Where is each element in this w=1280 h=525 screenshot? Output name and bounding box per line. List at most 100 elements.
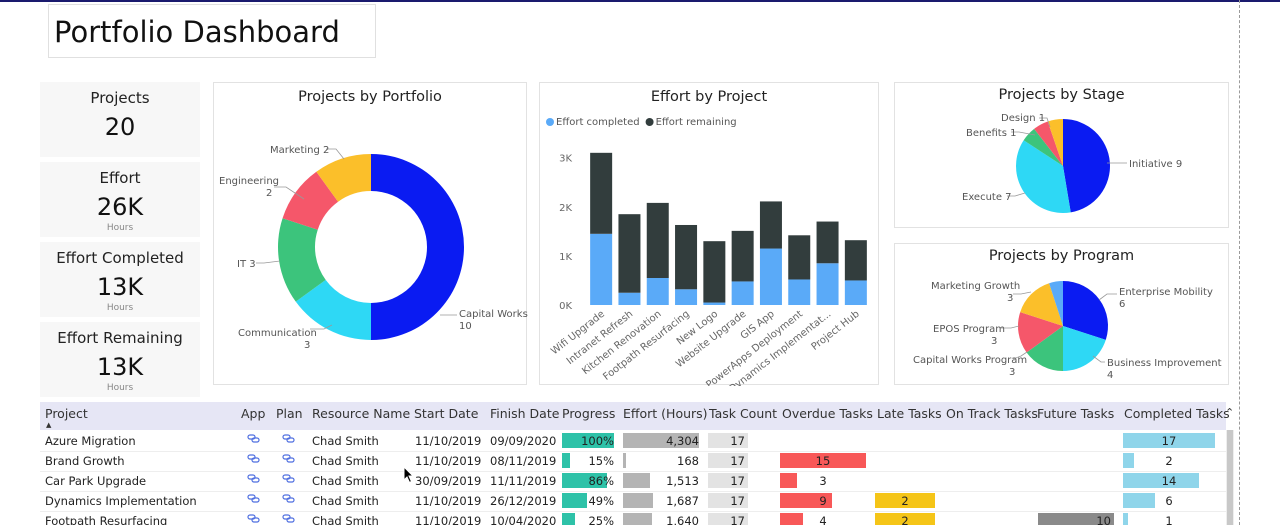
bar-segment[interactable] [646, 278, 669, 305]
bar-segment[interactable] [590, 152, 613, 234]
plan-link-icon[interactable] [282, 453, 296, 465]
table-row[interactable]: Dynamics Implementation Chad Smith 11/10/2… [40, 491, 1226, 512]
overdue-value: 15 [815, 454, 831, 468]
app-link-icon[interactable] [247, 493, 261, 505]
plan-link-icon[interactable] [282, 493, 296, 505]
plan-link-icon[interactable] [282, 433, 296, 445]
overdue-value: 9 [819, 494, 827, 508]
bar-segment[interactable] [618, 214, 641, 293]
table-row[interactable]: Azure Migration Chad Smith 11/10/2019 09/09… [40, 431, 1226, 452]
bar-segment[interactable] [703, 241, 726, 303]
bar-segment[interactable] [816, 263, 839, 305]
plan-link-icon[interactable] [282, 473, 296, 485]
task-count-value: 17 [730, 474, 745, 488]
bar-segment[interactable] [731, 281, 754, 305]
col-header-progress[interactable]: Progress [562, 406, 615, 421]
start-date: 11/10/2019 [415, 454, 482, 468]
late-value: 2 [901, 494, 909, 508]
progress-value: 86% [588, 474, 614, 488]
table-row[interactable]: Car Park Upgrade Chad Smith 30/09/2019 11/1… [40, 471, 1226, 492]
kpi-card-projects[interactable]: Projects 20 [40, 82, 200, 157]
col-header-on-track[interactable]: On Track Tasks [946, 406, 1038, 421]
bar-segment[interactable] [590, 233, 613, 305]
bar-segment[interactable] [844, 280, 867, 305]
col-header-finish[interactable]: Finish Date [490, 406, 559, 421]
sort-ascending-icon[interactable]: ▲ [46, 421, 51, 429]
col-header-late[interactable]: Late Tasks [877, 406, 942, 421]
bar-segment[interactable] [816, 221, 839, 264]
start-date: 11/10/2019 [415, 434, 482, 448]
table-row[interactable]: Brand Growth Chad Smith 11/10/2019 08/11/20… [40, 451, 1226, 472]
finish-date: 11/11/2019 [490, 474, 557, 488]
kpi-card-effort-remaining[interactable]: Effort Remaining 13K Hours [40, 322, 200, 397]
app-link-icon[interactable] [247, 433, 261, 445]
stage-chart-card[interactable]: Projects by Stage Initiative 9 Execute 7B… [894, 82, 1229, 228]
effort-chart-card[interactable]: Effort by Project Effort completed Effort… [539, 82, 880, 386]
portfolio-slice-capital-works[interactable] [371, 154, 464, 340]
program-slice-label: Marketing Growth 3 [931, 281, 1020, 304]
bar-segment[interactable] [788, 279, 811, 305]
col-header-start[interactable]: Start Date [414, 406, 478, 421]
progress-value: 15% [588, 454, 614, 468]
bar-segment[interactable] [646, 202, 669, 278]
portfolio-chart-card[interactable]: Projects by Portfolio Capital Works 10 Com… [213, 82, 528, 386]
kpi-card-effort[interactable]: Effort 26K Hours [40, 162, 200, 237]
kpi-card-effort-completed[interactable]: Effort Completed 13K Hours [40, 242, 200, 317]
col-header-completed[interactable]: Completed Tasks [1124, 406, 1230, 421]
y-tick-label: 3K [559, 154, 572, 165]
plan-link-icon[interactable] [282, 513, 296, 525]
late-value: 2 [901, 514, 909, 525]
program-slice-label: Capital Works Program 3 [913, 355, 1027, 378]
app-link-icon[interactable] [247, 513, 261, 525]
scrollbar-thumb[interactable] [1227, 430, 1233, 525]
completed-value: 1 [1165, 514, 1173, 525]
program-pie-chart[interactable]: Enterprise Mobility 6 Business Improvement… [895, 244, 1230, 386]
bar-segment[interactable] [675, 289, 698, 305]
kpi-unit: Hours [106, 383, 134, 393]
page-title: Portfolio Dashboard [54, 15, 340, 49]
effort-bar-chart[interactable]: Effort completed Effort remaining 0K 1K 2K 3… [540, 83, 880, 386]
bar-segment[interactable] [731, 230, 754, 282]
stage-slice-initiative[interactable] [1063, 119, 1110, 213]
table-header: Project ▲ App Plan Resource Name Start D… [40, 402, 1230, 430]
program-chart-card[interactable]: Projects by Program Enterprise Mobility 6… [894, 243, 1229, 385]
projects-table[interactable]: Project ▲ App Plan Resource Name Start D… [40, 402, 1234, 525]
resource-name: Chad Smith [312, 514, 379, 525]
kpi-unit: Hours [106, 223, 134, 233]
col-header-app[interactable]: App [241, 406, 265, 421]
bar-segment[interactable] [618, 292, 641, 305]
legend-label[interactable]: Effort completed [556, 117, 640, 128]
table-row[interactable]: Footpath Resurfacing Chad Smith 11/10/2019… [40, 511, 1226, 525]
app-link-icon[interactable] [247, 453, 261, 465]
resource-name: Chad Smith [312, 494, 379, 508]
finish-date: 08/11/2019 [490, 454, 557, 468]
scroll-up-icon[interactable]: ⌃ [1225, 406, 1234, 419]
overdue-value: 3 [819, 474, 827, 488]
progress-value: 25% [588, 514, 614, 525]
kpi-label: Effort Remaining [57, 329, 183, 347]
bar-segment[interactable] [759, 248, 782, 305]
bar-segment[interactable] [703, 302, 726, 305]
col-header-future[interactable]: Future Tasks [1037, 406, 1114, 421]
col-header-overdue[interactable]: Overdue Tasks [782, 406, 873, 421]
effort-value: 168 [677, 454, 699, 468]
bar-segment[interactable] [788, 235, 811, 280]
bar-segment[interactable] [675, 224, 698, 290]
effort-value: 1,640 [666, 514, 699, 525]
stage-pie-chart[interactable]: Initiative 9 Execute 7 Benefits 1 Design 1 [895, 83, 1230, 229]
app-link-icon[interactable] [247, 473, 261, 485]
col-header-project[interactable]: Project [45, 406, 88, 421]
col-header-resource[interactable]: Resource Name [312, 406, 410, 421]
col-header-task-count[interactable]: Task Count [709, 406, 777, 421]
task-count-value: 17 [730, 434, 745, 448]
progress-value: 49% [588, 494, 614, 508]
stage-slice-label: Initiative 9 [1129, 159, 1182, 170]
bar-segment[interactable] [759, 201, 782, 249]
portfolio-donut-chart[interactable]: Capital Works 10 Communication 3 IT 3 Enginee… [214, 83, 528, 386]
kpi-value: 13K [96, 353, 144, 381]
col-header-effort[interactable]: Effort (Hours) [623, 406, 708, 421]
progress-value: 100% [581, 434, 614, 448]
legend-label[interactable]: Effort remaining [656, 117, 737, 128]
col-header-plan[interactable]: Plan [276, 406, 303, 421]
bar-segment[interactable] [844, 240, 867, 281]
